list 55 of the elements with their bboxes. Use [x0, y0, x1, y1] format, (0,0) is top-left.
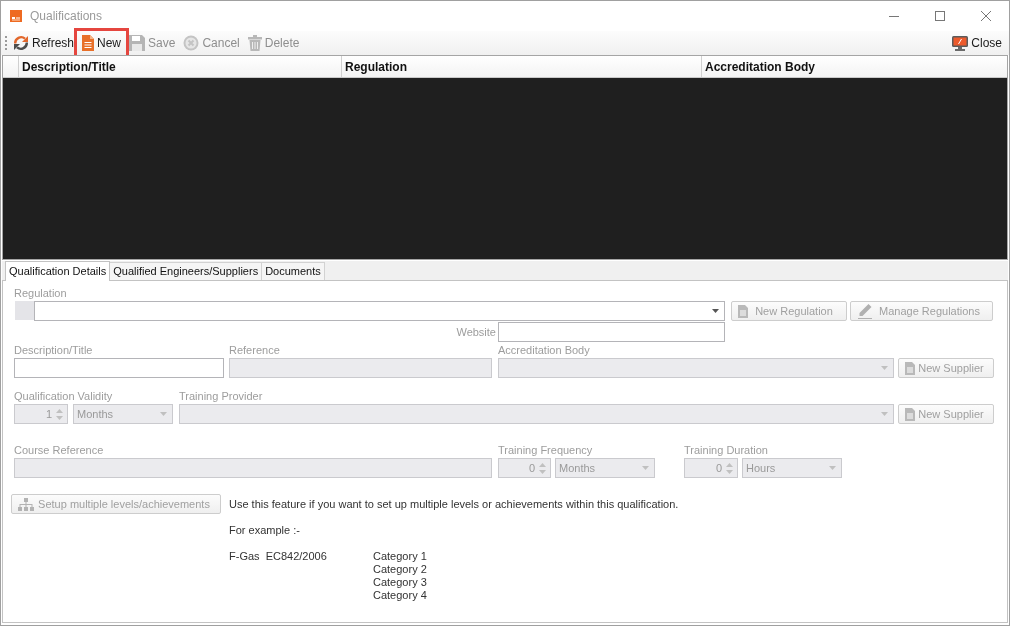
- save-icon: [129, 35, 146, 51]
- tab[interactable]: Qualification Details: [5, 261, 111, 281]
- field-label: Reference: [229, 343, 280, 358]
- field-label: Training Frequency: [498, 443, 593, 458]
- dropdown-arrow-icon: [712, 309, 719, 313]
- tab[interactable]: Documents: [261, 262, 325, 280]
- swatch-icon: [15, 301, 34, 320]
- maximize-icon[interactable]: [935, 11, 945, 21]
- dropdown-arrow-icon: [881, 366, 888, 370]
- category-label: Category 1: [373, 550, 427, 563]
- minimize-icon[interactable]: [889, 15, 899, 17]
- example-heading: For example :-: [229, 524, 300, 537]
- window-title: Qualifications: [30, 9, 103, 23]
- column-header[interactable]: Regulation: [342, 56, 702, 77]
- close-button[interactable]: Close: [948, 32, 1006, 54]
- hierarchy-icon: [18, 497, 34, 511]
- regulation-dropdown[interactable]: [34, 301, 725, 321]
- field-label: Course Reference: [14, 443, 104, 458]
- new-button[interactable]: New: [78, 32, 126, 54]
- info-text: Use this feature if you want to set up multiple levels or achievements within this qualification.: [229, 497, 679, 512]
- column-header[interactable]: Accreditation Body: [702, 56, 1007, 77]
- website-field[interactable]: [498, 322, 725, 342]
- category-label: Category 4: [373, 589, 427, 602]
- example-name: F-Gas EC842/2006: [229, 550, 327, 562]
- spin-arrows-icon: [56, 408, 63, 420]
- pencil-icon: [857, 303, 873, 319]
- column-header[interactable]: Description/Title: [19, 56, 342, 77]
- field-label: Description/Title: [14, 343, 93, 358]
- tab[interactable]: Qualified Engineers/Suppliers: [109, 262, 263, 280]
- dropdown-arrow-icon: [829, 466, 836, 470]
- field-label: Regulation: [14, 286, 67, 301]
- field-label: Qualification Validity: [14, 389, 113, 404]
- field-label: Accreditation Body: [498, 343, 590, 358]
- monitor-icon: [952, 35, 969, 51]
- close-icon[interactable]: [981, 11, 991, 21]
- refresh-icon: [13, 35, 29, 51]
- description-field[interactable]: [14, 358, 224, 378]
- document-icon: [905, 361, 915, 375]
- document-icon: [82, 35, 95, 51]
- trash-icon: [247, 35, 262, 51]
- field-label: Training Duration: [684, 443, 768, 458]
- dropdown-arrow-icon: [881, 412, 888, 416]
- spin-arrows-icon: [539, 462, 546, 474]
- dropdown-arrow-icon: [642, 466, 649, 470]
- spin-arrows-icon: [726, 462, 733, 474]
- field-label: Training Provider: [179, 389, 263, 404]
- category-label: Category 2: [373, 563, 427, 576]
- refresh-button[interactable]: Refresh: [9, 32, 79, 54]
- dropdown-arrow-icon: [160, 412, 167, 416]
- cancel-icon: [183, 35, 200, 51]
- category-label: Category 3: [373, 576, 427, 589]
- document-icon: [738, 304, 748, 318]
- document-icon: [905, 407, 915, 421]
- field-label: Website: [456, 325, 496, 340]
- app-icon: [10, 10, 22, 22]
